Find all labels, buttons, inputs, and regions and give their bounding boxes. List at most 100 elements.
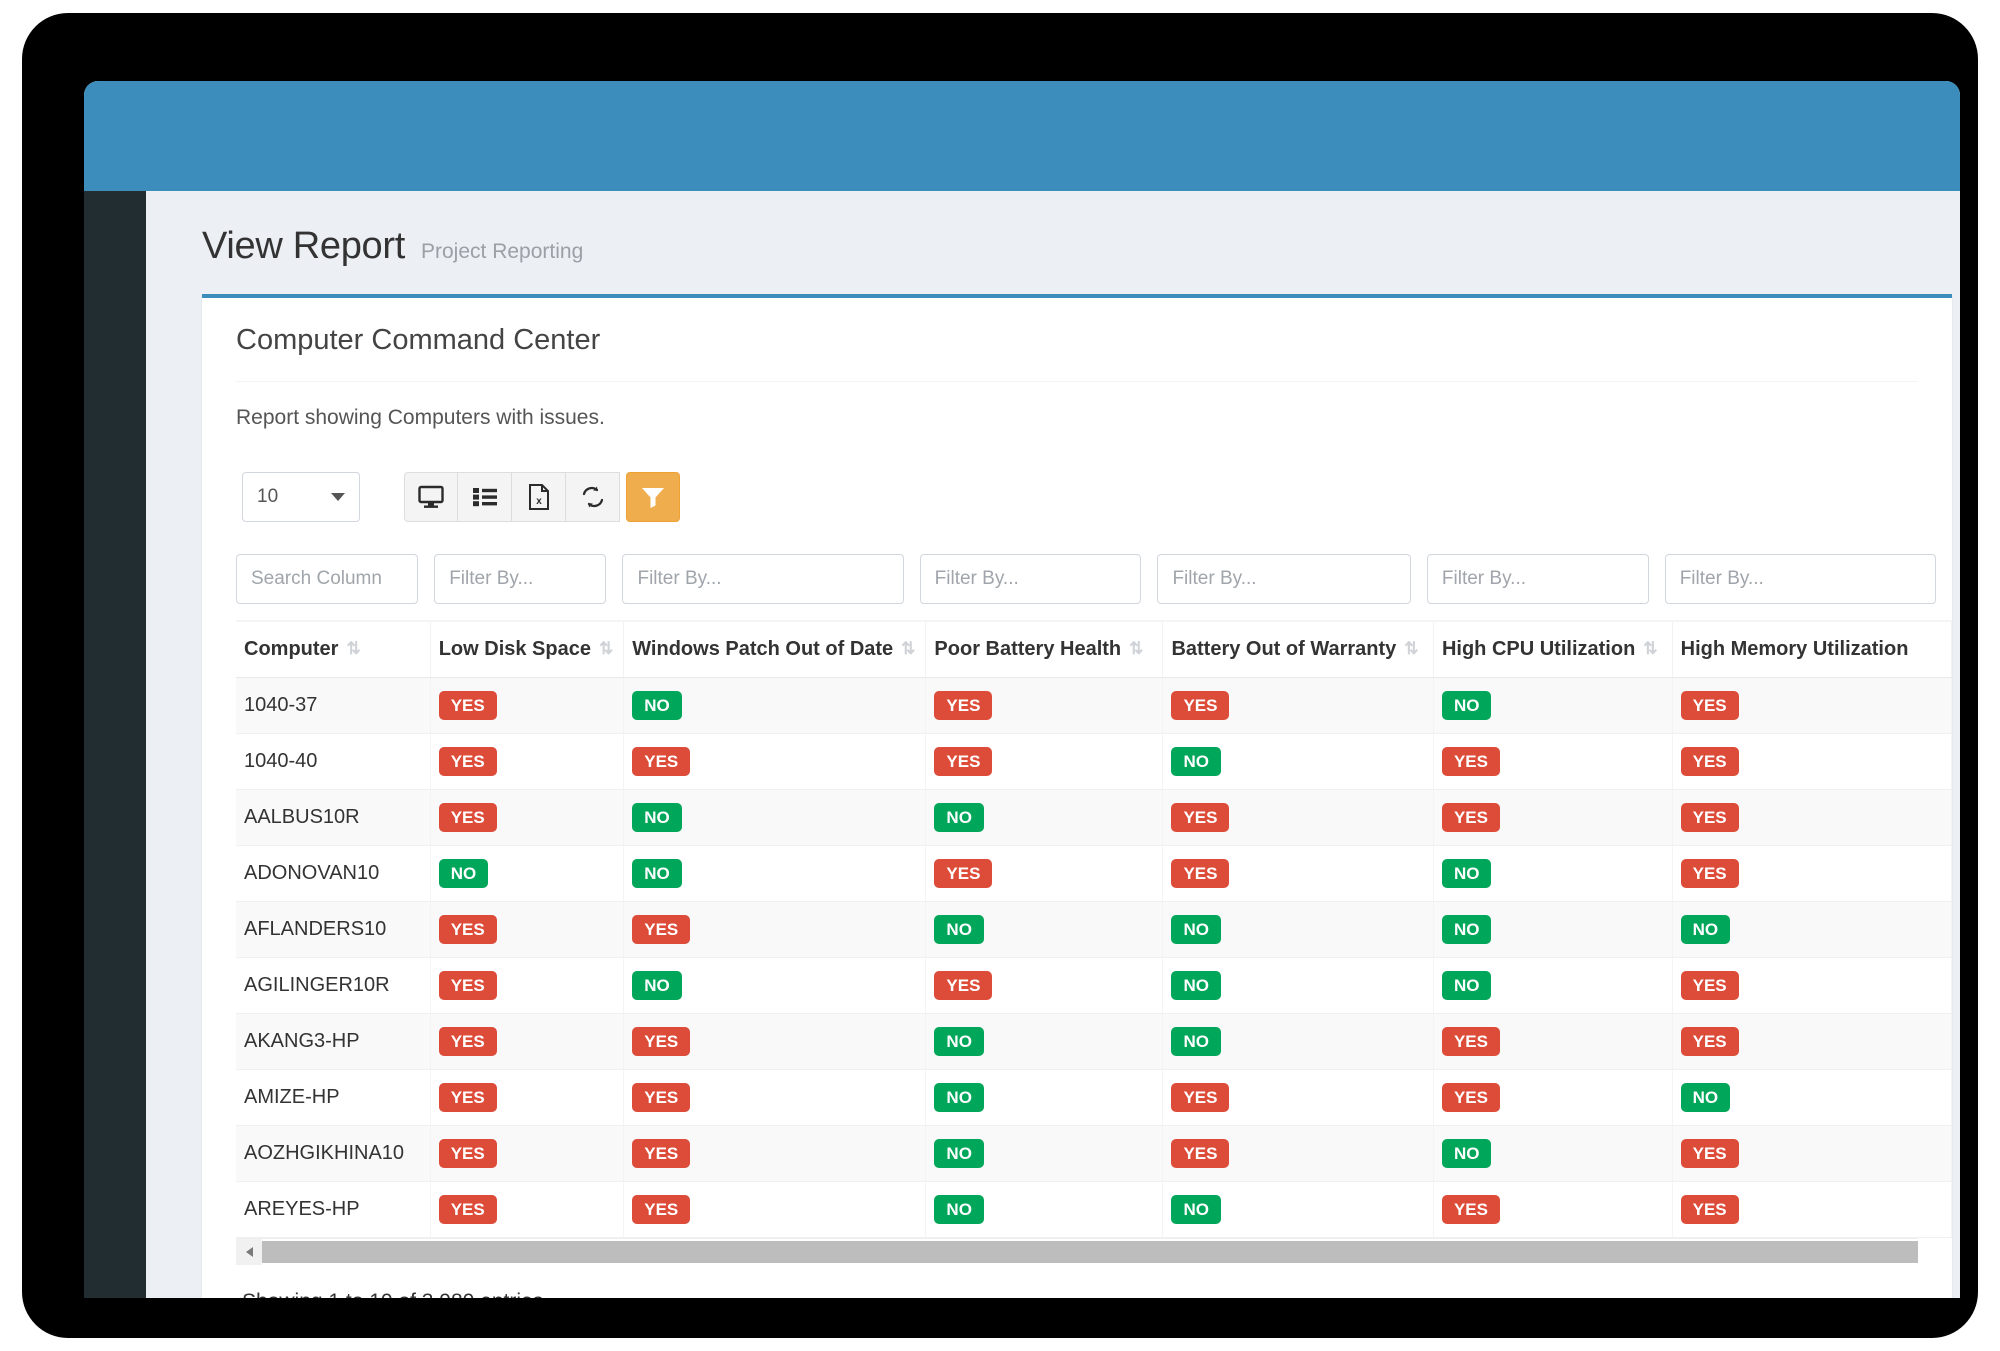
status-badge: YES [1680,859,1739,888]
page-size-value: 10 [257,486,279,507]
filter-cell-windows-patch: Filter By... [622,554,919,620]
status-badge: YES [632,915,691,944]
column-label-high-cpu: High CPU Utilization [1441,638,1636,660]
horizontal-scrollbar[interactable] [236,1238,1918,1265]
column-header-high-cpu[interactable]: High CPU Utilization ⇅ [1433,620,1673,678]
cell-status: YES [1672,1181,1953,1238]
column-header-high-memory[interactable]: High Memory Utilization [1672,620,1953,678]
cell-status: YES [925,677,1164,734]
card-body: Report showing Computers with issues. 10 [202,381,1953,1298]
table-row[interactable]: AMIZE-HP YES YES NO YES YES NO [236,1069,1953,1126]
page-title: View Report [202,225,405,267]
cell-status: YES [430,1181,625,1238]
column-header-battery-warranty[interactable]: Battery Out of Warranty ⇅ [1162,620,1434,678]
cell-status: YES [430,1013,625,1070]
filter-cell-poor-battery: Filter By... [919,554,1158,620]
chevron-left-icon [245,1246,253,1257]
column-header-poor-battery[interactable]: Poor Battery Health ⇅ [925,620,1164,678]
status-badge: NO [934,915,984,944]
cell-status: YES [430,1069,625,1126]
report-table: Computer ⇅ Low Disk Space ⇅ Windows Patch … [236,620,1953,1238]
scrollbar-thumb[interactable] [262,1240,1918,1263]
cell-status: YES [1162,1125,1434,1182]
status-badge: YES [1171,691,1230,720]
screen-icon [418,485,444,509]
svg-text:x: x [536,496,542,507]
table-row[interactable]: 1040-37 YES NO YES YES NO YES [236,677,1953,734]
filter-input-high-memory[interactable]: Filter By... [1664,554,1936,604]
column-label-poor-battery: Poor Battery Health [934,638,1122,660]
status-badge: YES [1171,803,1230,832]
filter-input-high-cpu[interactable]: Filter By... [1426,554,1649,604]
table-row[interactable]: ADONOVAN10 NO NO YES YES NO YES [236,845,1953,902]
filter-input-poor-battery[interactable]: Filter By... [919,554,1142,604]
list-view-button[interactable] [458,472,512,522]
filter-icon [641,486,665,508]
cell-computer-name: 1040-37 [236,677,431,734]
left-sidebar[interactable] [84,191,146,1298]
export-excel-button[interactable]: x [512,472,566,522]
top-navigation-bar [84,81,1960,191]
filter-toggle-button[interactable] [626,472,680,522]
status-badge: YES [1680,691,1739,720]
filter-input-low-disk-space[interactable]: Filter By... [434,554,607,604]
page-size-select[interactable]: 10 [242,472,360,522]
status-badge: NO [1171,747,1221,776]
cell-status: YES [1672,1125,1953,1182]
search-input[interactable]: Search Column [236,554,419,604]
cell-status: NO [1162,901,1434,958]
column-label-windows-patch: Windows Patch Out of Date [632,638,894,660]
cell-status: NO [925,1181,1164,1238]
scroll-left-button[interactable] [236,1238,262,1265]
screen-view-button[interactable] [404,472,458,522]
cell-computer-name: AFLANDERS10 [236,901,431,958]
status-badge: NO [934,1195,984,1224]
status-badge: YES [934,691,993,720]
status-badge: YES [1441,1027,1500,1056]
cell-status: NO [925,901,1164,958]
table-row[interactable]: AGILINGER10R YES NO YES NO NO YES [236,957,1953,1014]
sort-icon: ⇅ [1129,639,1144,658]
filter-input-windows-patch[interactable]: Filter By... [622,554,904,604]
table-row[interactable]: AFLANDERS10 YES YES NO NO NO NO [236,901,1953,958]
cell-status: YES [430,1125,625,1182]
table-row[interactable]: AKANG3-HP YES YES NO NO YES YES [236,1013,1953,1070]
cell-status: YES [1672,677,1953,734]
table-row[interactable]: AOZHGIKHINA10 YES YES NO YES NO YES [236,1125,1953,1182]
cell-status: YES [1162,789,1434,846]
status-badge: YES [934,859,993,888]
status-badge: NO [1171,915,1221,944]
cell-status: YES [623,1069,927,1126]
status-badge: YES [934,971,993,1000]
column-label-high-memory: High Memory Utilization [1680,638,1909,660]
column-header-low-disk-space[interactable]: Low Disk Space ⇅ [430,620,625,678]
filter-input-battery-warranty[interactable]: Filter By... [1157,554,1411,604]
cell-status: YES [1433,1013,1673,1070]
table-row[interactable]: 1040-40 YES YES YES NO YES YES [236,733,1953,790]
status-badge: YES [1441,747,1500,776]
refresh-button[interactable] [566,472,620,522]
column-header-windows-patch[interactable]: Windows Patch Out of Date ⇅ [623,620,927,678]
status-badge: NO [632,691,682,720]
cell-status: YES [1162,1069,1434,1126]
cell-status: YES [623,901,927,958]
page-header: View Report Project Reporting [146,191,1960,268]
cell-status: YES [1672,957,1953,1014]
cell-computer-name: 1040-40 [236,733,431,790]
main-content: View Report Project Reporting Computer C… [146,191,1960,1298]
cell-computer-name: AKANG3-HP [236,1013,431,1070]
status-badge: NO [1171,1195,1221,1224]
status-badge: NO [1680,915,1731,944]
cell-status: NO [623,677,927,734]
cell-status: NO [1672,901,1953,958]
status-badge: YES [1680,747,1739,776]
column-header-computer[interactable]: Computer ⇅ [236,620,431,678]
filter-cell-high-cpu: Filter By... [1426,554,1665,620]
table-row[interactable]: AREYES-HP YES YES NO NO YES YES [236,1181,1953,1238]
table-row[interactable]: AALBUS10R YES NO NO YES YES YES [236,789,1953,846]
cell-status: NO [1162,733,1434,790]
sort-icon: ⇅ [1404,639,1419,658]
status-badge: YES [1680,971,1739,1000]
status-badge: YES [1680,1195,1739,1224]
table-info: Showing 1 to 10 of 3,980 entries [236,1264,1952,1298]
